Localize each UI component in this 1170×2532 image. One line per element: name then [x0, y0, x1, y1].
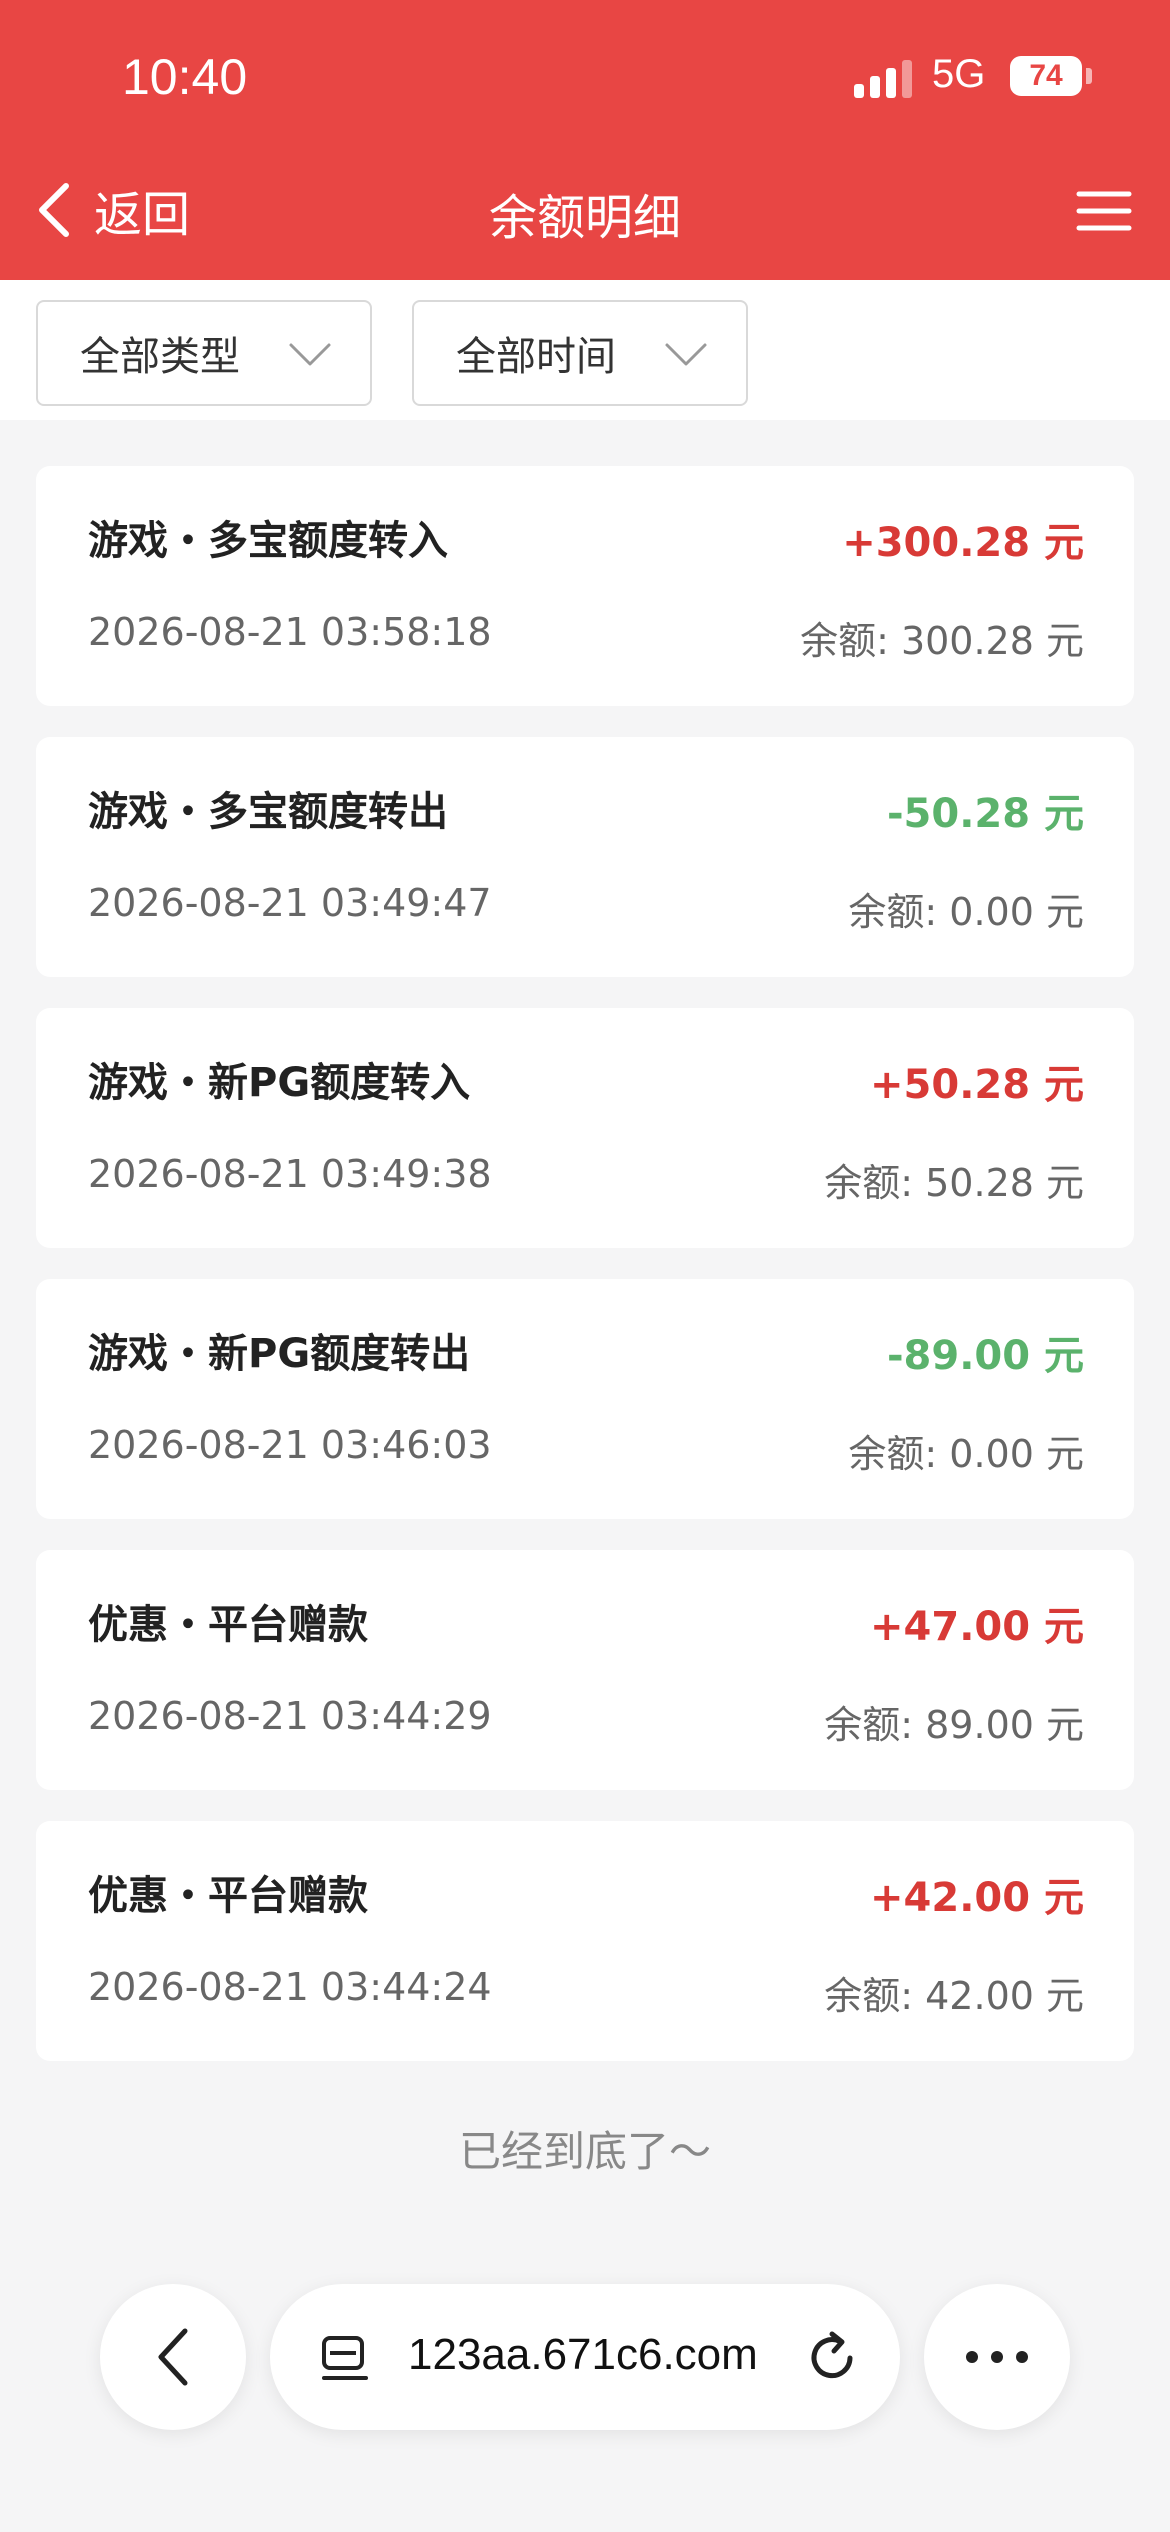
record-time: 2026-08-21 03:44:29: [88, 1694, 492, 1738]
balance-record-list: 游戏・多宝额度转入 +300.28 元 2026-08-21 03:58:18 …: [36, 466, 1134, 2092]
record-time: 2026-08-21 03:49:38: [88, 1152, 492, 1196]
record-title: 优惠・平台赠款: [88, 1602, 368, 1648]
page-title: 余额明细: [488, 190, 681, 246]
more-dots-icon: [966, 2351, 1028, 2363]
record-title: 游戏・多宝额度转出: [88, 789, 448, 835]
record-amount: -89.00 元: [886, 1333, 1084, 1379]
more-button[interactable]: [924, 2284, 1070, 2430]
record-time: 2026-08-21 03:46:03: [88, 1423, 492, 1467]
record-amount: -50.28 元: [886, 791, 1084, 837]
chevron-down-icon: [289, 343, 331, 366]
signal-icon: [854, 58, 914, 98]
filter-bar: 全部类型 全部时间: [0, 280, 1170, 420]
end-of-list-tip: 已经到底了～: [458, 2127, 711, 2176]
chevron-down-icon: [665, 343, 707, 366]
record-time: 2026-08-21 03:44:24: [88, 1965, 492, 2009]
record-card[interactable]: 游戏・多宝额度转入 +300.28 元 2026-08-21 03:58:18 …: [36, 466, 1134, 706]
tabs-icon: [322, 2336, 368, 2380]
url-text: 123aa.671c6.com: [408, 2330, 758, 2379]
type-filter-select[interactable]: 全部类型: [36, 300, 372, 406]
record-balance: 余额: 89.00 元: [824, 1703, 1084, 1747]
record-title: 优惠・平台赠款: [88, 1873, 368, 1919]
record-balance: 余额: 0.00 元: [848, 1432, 1084, 1476]
record-amount: +300.28 元: [842, 520, 1084, 566]
record-time: 2026-08-21 03:49:47: [88, 881, 492, 925]
record-amount: +42.00 元: [870, 1875, 1084, 1921]
app-header: 10:40 5G 74 返回 余额明细: [0, 0, 1170, 280]
reload-icon[interactable]: [806, 2330, 862, 2386]
record-card[interactable]: 游戏・多宝额度转出 -50.28 元 2026-08-21 03:49:47 余…: [36, 737, 1134, 977]
record-amount: +47.00 元: [870, 1604, 1084, 1650]
time-filter-label: 全部时间: [456, 334, 616, 380]
browser-toolbar: 123aa.671c6.com: [0, 2280, 1170, 2430]
record-balance: 余额: 42.00 元: [824, 1974, 1084, 2018]
record-card[interactable]: 游戏・新PG额度转入 +50.28 元 2026-08-21 03:49:38 …: [36, 1008, 1134, 1248]
record-card[interactable]: 优惠・平台赠款 +42.00 元 2026-08-21 03:44:24 余额:…: [36, 1821, 1134, 2061]
address-bar[interactable]: 123aa.671c6.com: [270, 2284, 900, 2430]
record-balance: 余额: 0.00 元: [848, 890, 1084, 934]
record-amount: +50.28 元: [870, 1062, 1084, 1108]
record-title: 游戏・新PG额度转出: [88, 1331, 471, 1377]
menu-icon[interactable]: [1076, 190, 1132, 232]
status-time: 10:40: [122, 49, 248, 105]
browser-back-button[interactable]: [100, 2284, 246, 2430]
record-balance: 余额: 300.28 元: [800, 619, 1084, 663]
battery-tip: [1086, 68, 1092, 84]
type-filter-label: 全部类型: [80, 334, 240, 380]
record-time: 2026-08-21 03:58:18: [88, 610, 492, 654]
battery-icon: 74: [1010, 56, 1082, 96]
record-balance: 余额: 50.28 元: [824, 1161, 1084, 1205]
record-title: 游戏・多宝额度转入: [88, 518, 448, 564]
chevron-left-icon: [158, 2328, 188, 2386]
time-filter-select[interactable]: 全部时间: [412, 300, 748, 406]
record-title: 游戏・新PG额度转入: [88, 1060, 471, 1106]
record-card[interactable]: 优惠・平台赠款 +47.00 元 2026-08-21 03:44:29 余额:…: [36, 1550, 1134, 1790]
record-card[interactable]: 游戏・新PG额度转出 -89.00 元 2026-08-21 03:46:03 …: [36, 1279, 1134, 1519]
network-label: 5G: [932, 52, 986, 96]
